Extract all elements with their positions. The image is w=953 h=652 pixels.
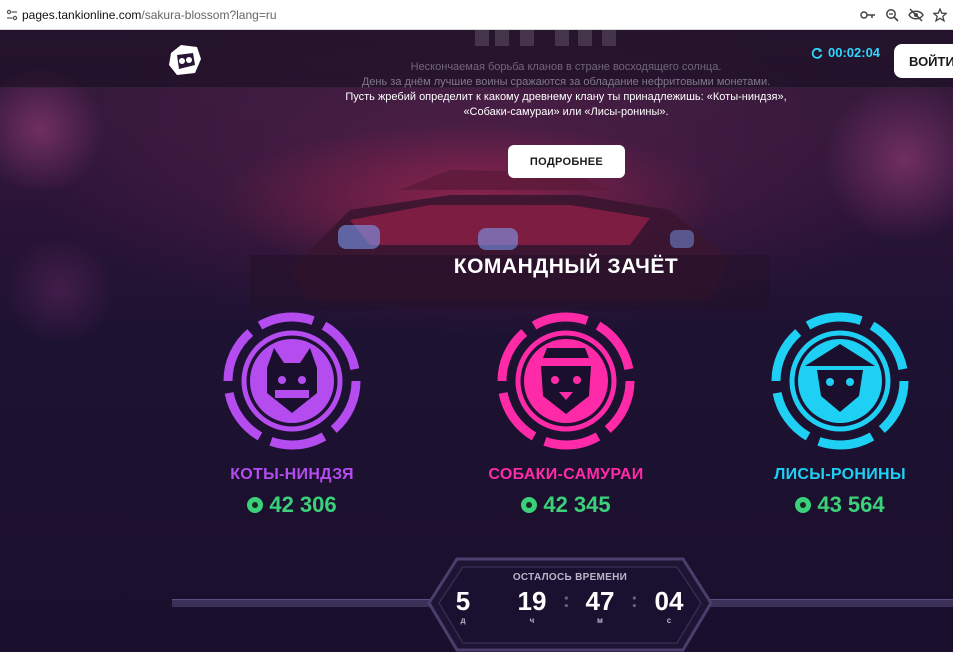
eye-off-icon[interactable]: [907, 6, 925, 24]
clan-name: ЛИСЫ-РОНИНЫ: [774, 466, 906, 483]
description-line: «Собаки-самураи» или «Лисы-ронины».: [463, 106, 669, 118]
url-path: /sakura-blossom?lang=ru: [141, 7, 277, 22]
countdown-minutes: 47: [585, 586, 615, 616]
jade-coin-icon: [247, 497, 264, 513]
clan-name: КОТЫ-НИНДЗЯ: [230, 466, 354, 483]
team-score-title: КОМАНДНЫЙ ЗАЧЁТ: [453, 255, 679, 278]
key-icon[interactable]: [859, 6, 877, 24]
clan-card-dogs: СОБАКИ-САМУРАИ 42 345: [456, 308, 676, 518]
refresh-icon: [811, 47, 823, 59]
zoom-icon[interactable]: [883, 6, 901, 24]
description-line: Пусть жребий определит к какому древнему…: [345, 91, 787, 103]
clan-score-value: 43 564: [817, 492, 885, 517]
countdown-hours-unit: ч: [529, 616, 535, 625]
countdown-hours: 19: [517, 586, 547, 616]
more-info-button[interactable]: ПОДРОБНЕЕ: [508, 145, 625, 178]
url-field[interactable]: pages.tankionline.com/sakura-blossom?lan…: [22, 8, 277, 22]
clan-score: 42 306: [182, 492, 402, 518]
countdown-minutes-unit: м: [597, 616, 603, 625]
event-description: Нескончаемая борьба кланов в стране восх…: [260, 60, 872, 120]
countdown-label: ОСТАЛОСЬ ВРЕМЕНИ: [512, 572, 628, 583]
countdown-seconds-unit: с: [666, 616, 672, 625]
countdown-separator: :: [563, 590, 570, 612]
jade-coin-icon: [795, 497, 812, 513]
dog-samurai-emblem-icon: [493, 308, 639, 454]
countdown-separator: :: [631, 590, 638, 612]
clan-score: 42 345: [456, 492, 676, 518]
cat-ninja-emblem-icon: [219, 308, 365, 454]
countdown-seconds: 04: [654, 586, 684, 616]
site-info-icon[interactable]: [2, 0, 22, 30]
countdown-rail-right: [708, 599, 953, 607]
url-host: pages.tankionline.com: [22, 7, 142, 22]
jade-coin-icon: [521, 497, 538, 513]
event-page: 00:02:04 ВОЙТИ Нескончаемая борьба клано…: [0, 30, 953, 652]
countdown-days: 5: [455, 586, 471, 616]
clan-card-foxes: ЛИСЫ-РОНИНЫ 43 564: [730, 308, 950, 518]
login-button[interactable]: ВОЙТИ: [894, 44, 953, 78]
countdown-rail-left: [172, 599, 432, 607]
description-line: День за днём лучшие воины сражаются за о…: [361, 76, 771, 88]
tanki-logo[interactable]: [167, 43, 203, 77]
browser-address-bar: pages.tankionline.com/sakura-blossom?lan…: [0, 0, 953, 30]
sakura-decoration: [0, 240, 120, 340]
countdown-days-unit: д: [460, 616, 466, 625]
session-timer: 00:02:04: [811, 45, 880, 60]
clan-card-cats: КОТЫ-НИНДЗЯ 42 306: [182, 308, 402, 518]
sakura-decoration: [0, 70, 110, 190]
clan-score: 43 564: [730, 492, 950, 518]
clan-name: СОБАКИ-САМУРАИ: [488, 466, 644, 483]
star-icon[interactable]: [931, 6, 949, 24]
clan-score-value: 42 306: [269, 492, 337, 517]
event-title-faded: [380, 30, 720, 64]
fox-ronin-emblem-icon: [767, 308, 913, 454]
description-line: Нескончаемая борьба кланов в стране восх…: [410, 61, 722, 73]
timer-value: 00:02:04: [828, 45, 881, 60]
clan-score-value: 42 345: [543, 492, 611, 517]
